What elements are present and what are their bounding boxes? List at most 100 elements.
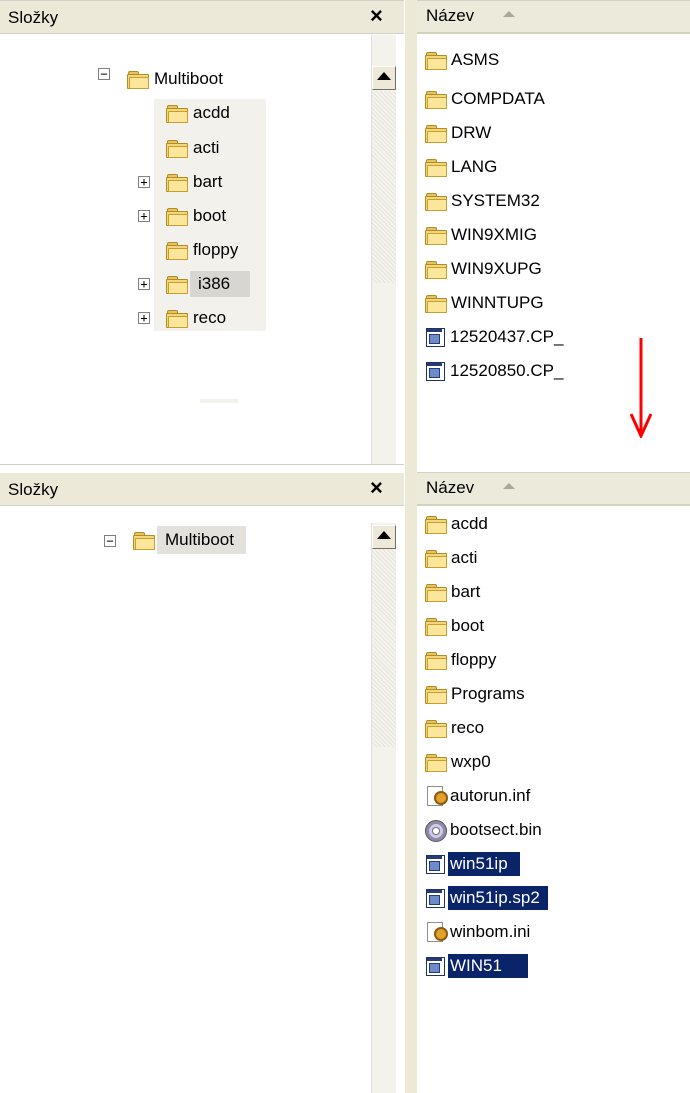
arrow-down-icon [630,338,652,438]
tree-item-acdd[interactable]: acdd [166,100,233,126]
folder-icon [166,173,188,192]
list-item[interactable]: 12520850.CP_ [425,356,565,386]
list-item[interactable]: WIN9XUPG [425,254,544,284]
sort-ascending-icon [503,11,515,17]
list-item[interactable]: WINNTUPG [425,288,546,318]
list-item-label: DRW [451,123,492,142]
column-header-name[interactable]: Název [417,472,690,506]
list-item-label: acti [451,548,478,567]
list-item[interactable]: win51ip [425,849,520,879]
tree-item-boot[interactable]: boot [166,203,229,229]
list-item-label: 12520850.CP_ [450,361,564,380]
tree-item-floppy[interactable]: floppy [166,237,241,263]
collapse-icon[interactable]: − [98,68,110,80]
list-item-label: COMPDATA [451,89,545,108]
tree-item-label: bart [193,172,223,191]
column-header-name[interactable]: Název [417,0,690,34]
collapse-icon[interactable]: − [104,535,116,547]
folder-pane-title: Složky [8,480,59,499]
list-item[interactable]: floppy [425,645,498,675]
tree-item-bart[interactable]: bart [166,169,225,195]
list-item[interactable]: ASMS [425,45,501,75]
scrollbar-track[interactable] [372,91,396,283]
list-item[interactable]: wxp0 [425,747,493,777]
list-item-label: SYSTEM32 [451,191,540,210]
arrow-up-icon [377,72,391,80]
pane-splitter[interactable] [404,0,418,464]
file-list-pane: Název acdd acti bart boot floppy Program… [417,464,690,1093]
folder-icon [425,583,447,602]
tree-item-label: floppy [193,240,239,259]
list-item[interactable]: SYSTEM32 [425,186,542,216]
tree-item-label: acti [193,138,220,157]
folder-icon [166,139,188,158]
scroll-up-button[interactable] [372,525,396,549]
setup-file-icon [425,921,448,943]
column-header-label: Název [426,478,475,497]
expand-icon[interactable]: + [138,176,150,188]
folder-icon [425,260,447,279]
list-item-label: win51ip [448,852,520,876]
folder-icon [166,207,188,226]
tree-item-label: acdd [193,103,230,122]
folder-icon [425,719,447,738]
list-item[interactable]: WIN51 [425,951,528,981]
list-item-label: bootsect.bin [450,820,542,839]
tree-item-multiboot[interactable]: Multiboot [133,526,246,554]
tree-item-label: i386 [190,271,251,297]
tree-item-label: boot [193,206,227,225]
tree-item-acti[interactable]: acti [166,135,222,161]
folder-icon [425,90,447,109]
pane-splitter[interactable] [404,464,418,1093]
tree-item-label: Multiboot [154,69,223,88]
explorer-after: Složky × − Multiboot Název acdd acti bar… [0,464,690,1093]
folder-icon [425,51,447,70]
list-item[interactable]: autorun.inf [425,781,532,811]
folder-icon [425,294,447,313]
expand-icon[interactable]: + [138,278,150,290]
tree-item-multiboot[interactable]: Multiboot [127,66,226,92]
folder-icon [425,192,447,211]
list-item[interactable]: COMPDATA [425,84,547,114]
list-item[interactable]: reco [425,713,486,743]
tree-item-i386[interactable]: i386 [166,271,251,297]
vertical-scrollbar[interactable] [371,523,396,1093]
list-item[interactable]: acti [425,543,479,573]
list-item[interactable]: WIN9XMIG [425,220,539,250]
expand-icon[interactable]: + [138,210,150,222]
folder-pane-title: Složky [8,8,59,27]
list-item-label: WIN9XMIG [451,225,537,244]
list-item-label: ASMS [451,50,500,69]
column-header-label: Název [426,6,475,25]
arrow-up-icon [377,531,391,539]
folder-pane-header: Složky × [0,1,404,34]
vertical-scrollbar[interactable] [371,35,396,464]
list-item-label: Programs [451,684,525,703]
setup-file-icon [425,785,448,807]
folder-icon [425,753,447,772]
scrollbar-track[interactable] [372,549,396,747]
list-item[interactable]: bootsect.bin [425,815,544,845]
folder-icon [166,275,188,294]
list-item-label: 12520437.CP_ [450,327,564,346]
list-item[interactable]: boot [425,611,486,641]
list-item-label: LANG [451,157,498,176]
list-item-label: WIN9XUPG [451,259,542,278]
list-item-label: acdd [451,514,488,533]
list-item[interactable]: win51ip.sp2 [425,883,548,913]
close-icon[interactable]: × [370,5,383,27]
list-item-label: bart [451,582,481,601]
list-item[interactable]: DRW [425,118,493,148]
expand-icon[interactable]: + [138,312,150,324]
folder-icon [425,124,447,143]
tree-item-reco[interactable]: reco [166,305,229,331]
list-item[interactable]: 12520437.CP_ [425,322,565,352]
list-item[interactable]: Programs [425,679,527,709]
close-icon[interactable]: × [370,477,383,499]
list-item[interactable]: LANG [425,152,499,182]
scroll-up-button[interactable] [372,66,396,90]
list-item[interactable]: winbom.ini [425,917,532,947]
cabinet-file-icon [425,326,445,348]
list-item[interactable]: bart [425,577,482,607]
list-item[interactable]: acdd [425,509,490,539]
